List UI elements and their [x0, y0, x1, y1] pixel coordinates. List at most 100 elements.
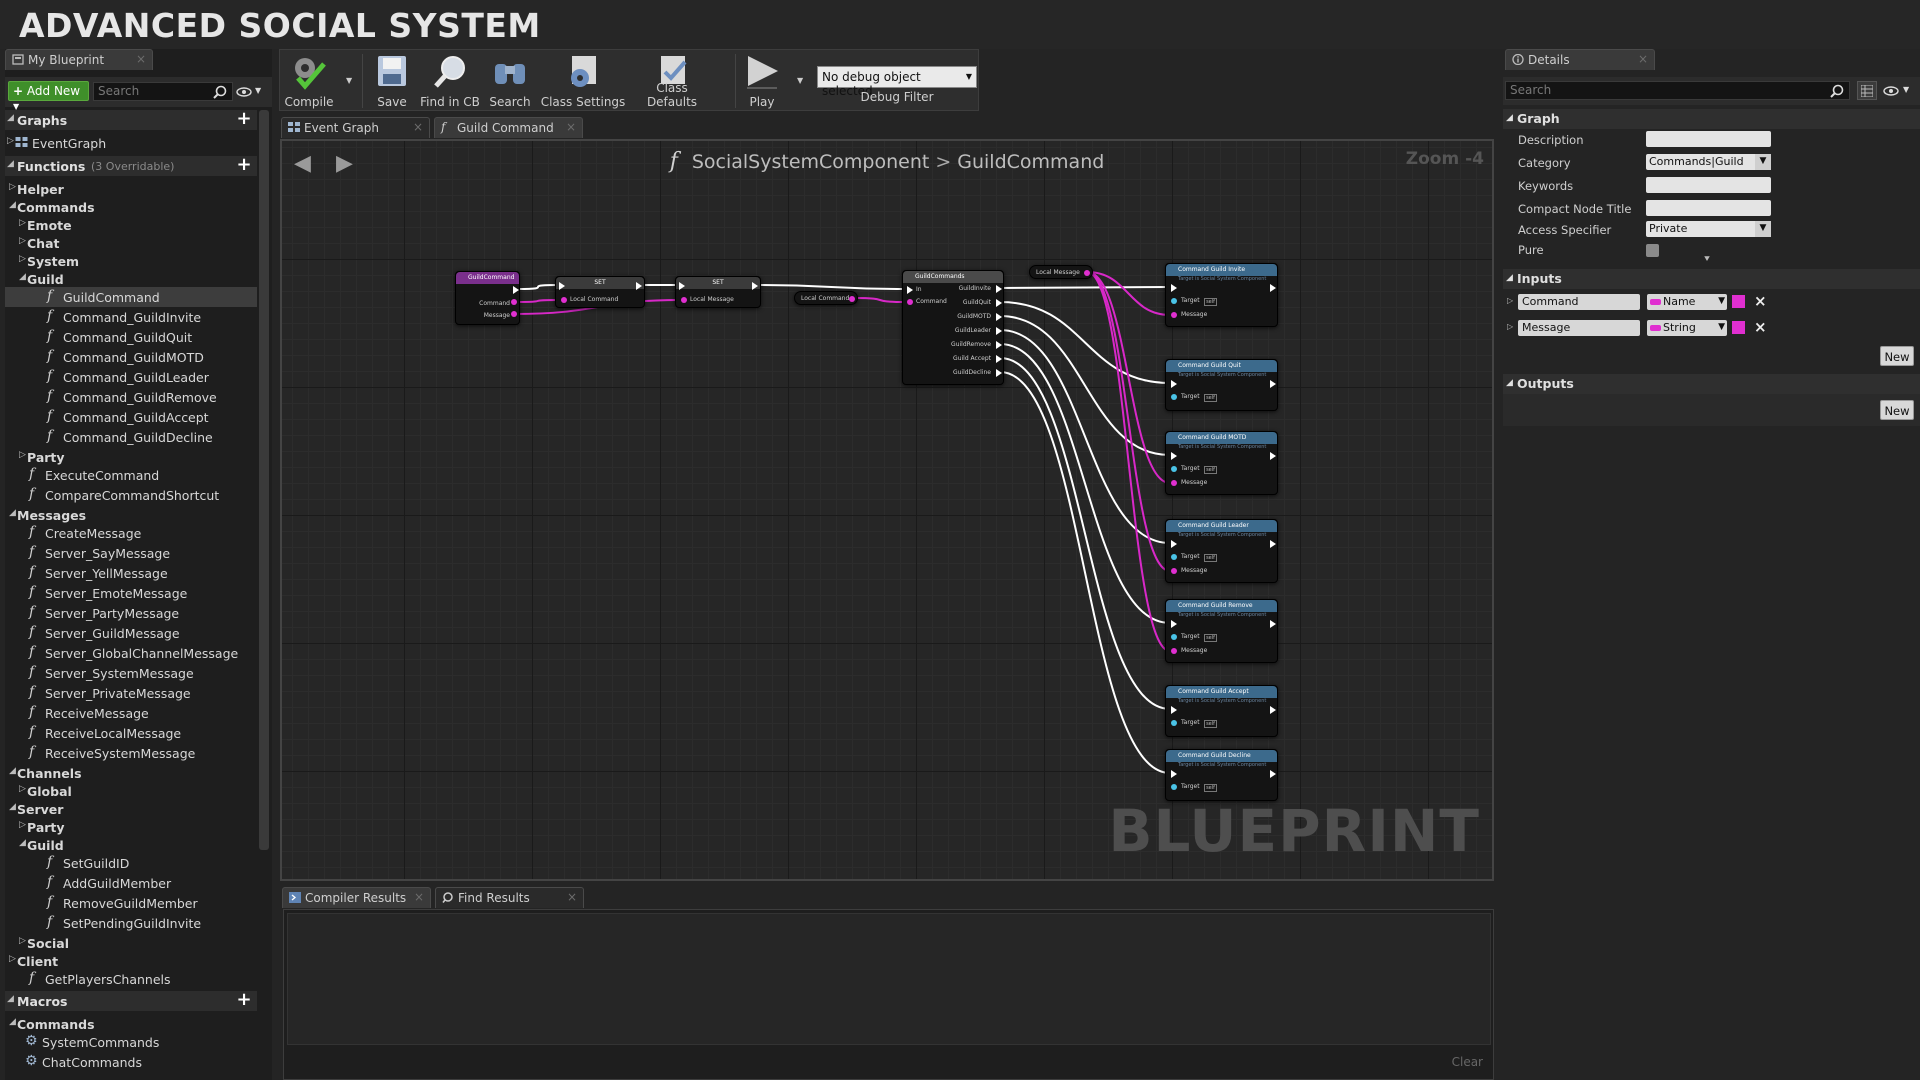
data-pin-icon[interactable] — [1171, 298, 1177, 304]
category-messages[interactable]: ◢ Messages — [5, 505, 257, 525]
expand-arrow-icon[interactable]: ▷ — [19, 820, 26, 830]
category-commands[interactable]: ◢ Commands — [5, 197, 257, 217]
expand-arrow-icon[interactable]: ▷ — [19, 218, 26, 228]
exec-pin-icon[interactable] — [752, 282, 758, 290]
function-item[interactable]: f Server_SayMessage — [5, 543, 257, 563]
eye-icon[interactable] — [236, 86, 254, 98]
macros-section[interactable]: ◢ Macros + — [5, 991, 257, 1011]
call-node-2[interactable]: Command Guild Quit Target is Social Syste… — [1165, 359, 1278, 411]
expand-arrow-icon[interactable]: ▷ — [19, 784, 26, 794]
self-value-box[interactable]: self — [1204, 466, 1217, 474]
functions-section[interactable]: ◢ Functions (3 Overridable) + — [5, 156, 257, 176]
exec-pin-icon[interactable] — [1171, 770, 1177, 778]
exec-pin-icon[interactable] — [996, 369, 1002, 377]
container-type-icon[interactable] — [1732, 321, 1745, 334]
category-combo[interactable]: Commands|Guild ▼ — [1646, 154, 1771, 170]
function-item[interactable]: f SetPendingGuildInvite — [5, 913, 257, 933]
collapse-arrow-icon[interactable]: ◢ — [9, 508, 16, 518]
data-pin-icon[interactable] — [511, 299, 517, 305]
category-chat[interactable]: ▷ Chat — [5, 233, 257, 253]
chevron-down-icon[interactable]: ▼ — [1903, 85, 1909, 94]
function-entry-node[interactable]: GuildCommand Command Message — [455, 271, 520, 325]
exec-pin-icon[interactable] — [996, 355, 1002, 363]
class-settings-button[interactable]: Class Settings — [540, 50, 626, 112]
function-item[interactable]: f GetPlayersChannels — [5, 969, 257, 989]
collapse-arrow-icon[interactable]: ◢ — [9, 1017, 16, 1027]
expand-arrow-icon[interactable]: ▷ — [1507, 296, 1513, 305]
guild-commands-macro-node[interactable]: GuildCommands In Command GuildInvite GuildQu… — [902, 270, 1004, 385]
function-item[interactable]: f Server_EmoteMessage — [5, 583, 257, 603]
category-social[interactable]: ▷ Social — [5, 933, 257, 953]
data-pin-icon[interactable] — [1171, 312, 1177, 318]
function-item[interactable]: f Command_GuildLeader — [5, 367, 257, 387]
graphs-section[interactable]: ◢ Graphs + — [5, 110, 257, 130]
function-item[interactable]: f SetGuildID — [5, 853, 257, 873]
category-client[interactable]: ▷ Client — [5, 951, 257, 971]
collapse-arrow-icon[interactable]: ◢ — [9, 200, 16, 210]
chevron-down-icon[interactable]: ▼ — [346, 76, 352, 85]
exec-pin-icon[interactable] — [1270, 380, 1276, 388]
outputs-section-header[interactable]: ◢ Outputs — [1503, 374, 1920, 394]
function-item[interactable]: f ExecuteCommand — [5, 465, 257, 485]
exec-pin-icon[interactable] — [1270, 284, 1276, 292]
tab-compiler-results[interactable]: Compiler Results × — [282, 887, 431, 908]
save-button[interactable]: Save — [366, 50, 418, 112]
delete-icon[interactable]: × — [1754, 292, 1767, 310]
category-server[interactable]: ◢ Server — [5, 799, 257, 819]
function-item[interactable]: f Server_PrivateMessage — [5, 683, 257, 703]
tab-find-results[interactable]: Find Results × — [435, 887, 584, 908]
exec-pin-icon[interactable] — [1171, 284, 1177, 292]
function-item[interactable]: f AddGuildMember — [5, 873, 257, 893]
function-item[interactable]: f GuildCommand — [5, 287, 257, 307]
expand-arrow-icon[interactable]: ▷ — [19, 450, 26, 460]
compile-button[interactable]: Compile — [280, 50, 338, 112]
search-button[interactable]: Search — [482, 50, 538, 112]
add-new-button[interactable]: + Add New ▼ — [8, 81, 89, 111]
expand-arrow-icon[interactable]: ▷ — [19, 254, 26, 264]
exec-pin-icon[interactable] — [907, 286, 913, 294]
exec-pin-icon[interactable] — [996, 285, 1002, 293]
param-name-field[interactable]: Command — [1518, 294, 1640, 310]
function-item[interactable]: f ReceiveMessage — [5, 703, 257, 723]
collapse-arrow-icon[interactable]: ◢ — [9, 766, 16, 776]
container-type-icon[interactable] — [1732, 295, 1745, 308]
data-pin-icon[interactable] — [1171, 784, 1177, 790]
exec-pin-icon[interactable] — [1270, 620, 1276, 628]
category-emote[interactable]: ▷ Emote — [5, 215, 257, 235]
exec-pin-icon[interactable] — [559, 282, 565, 290]
close-icon[interactable]: × — [1638, 52, 1648, 66]
function-item[interactable]: f Server_YellMessage — [5, 563, 257, 583]
tab-my-blueprint[interactable]: My Blueprint × — [5, 49, 153, 70]
data-pin-icon[interactable] — [907, 299, 913, 305]
exec-pin-icon[interactable] — [1270, 770, 1276, 778]
param-name-field[interactable]: Message — [1518, 320, 1640, 336]
compact-node-title-field[interactable] — [1646, 200, 1771, 216]
exec-pin-icon[interactable] — [1270, 540, 1276, 548]
exec-pin-icon[interactable] — [513, 286, 519, 294]
delete-icon[interactable]: × — [1754, 318, 1767, 336]
data-pin-icon[interactable] — [561, 297, 567, 303]
expand-advanced-icon[interactable]: ⯆ — [1703, 254, 1711, 265]
chevron-down-icon[interactable]: ▼ — [797, 76, 803, 85]
tab-event-graph[interactable]: Event Graph × — [281, 117, 430, 138]
class-defaults-button[interactable]: Class Defaults — [630, 50, 714, 112]
category-guild[interactable]: ◢ Guild — [5, 269, 257, 289]
chevron-down-icon[interactable]: ▼ — [255, 86, 261, 95]
close-icon[interactable]: × — [136, 52, 146, 66]
property-matrix-button[interactable] — [1857, 81, 1877, 100]
debug-object-select[interactable]: No debug object selected ▼ — [817, 66, 977, 98]
get-local-message-node[interactable]: Local Message — [1029, 265, 1093, 279]
expand-arrow-icon[interactable]: ▷ — [1507, 322, 1513, 331]
data-pin-icon[interactable] — [1171, 634, 1177, 640]
graph-section-header[interactable]: ◢ Graph — [1503, 109, 1920, 129]
data-pin-icon[interactable] — [1171, 568, 1177, 574]
call-node-1[interactable]: Command Guild Invite Target is Social Sys… — [1165, 263, 1278, 327]
exec-pin-icon[interactable] — [1270, 706, 1276, 714]
exec-pin-icon[interactable] — [996, 299, 1002, 307]
param-type-select[interactable]: Name ▼ — [1647, 294, 1727, 310]
data-pin-icon[interactable] — [1171, 394, 1177, 400]
expand-arrow-icon[interactable]: ▷ — [9, 182, 16, 192]
function-item[interactable]: f Command_GuildInvite — [5, 307, 257, 327]
data-pin-icon[interactable] — [849, 296, 855, 302]
function-item[interactable]: f CompareCommandShortcut — [5, 485, 257, 505]
